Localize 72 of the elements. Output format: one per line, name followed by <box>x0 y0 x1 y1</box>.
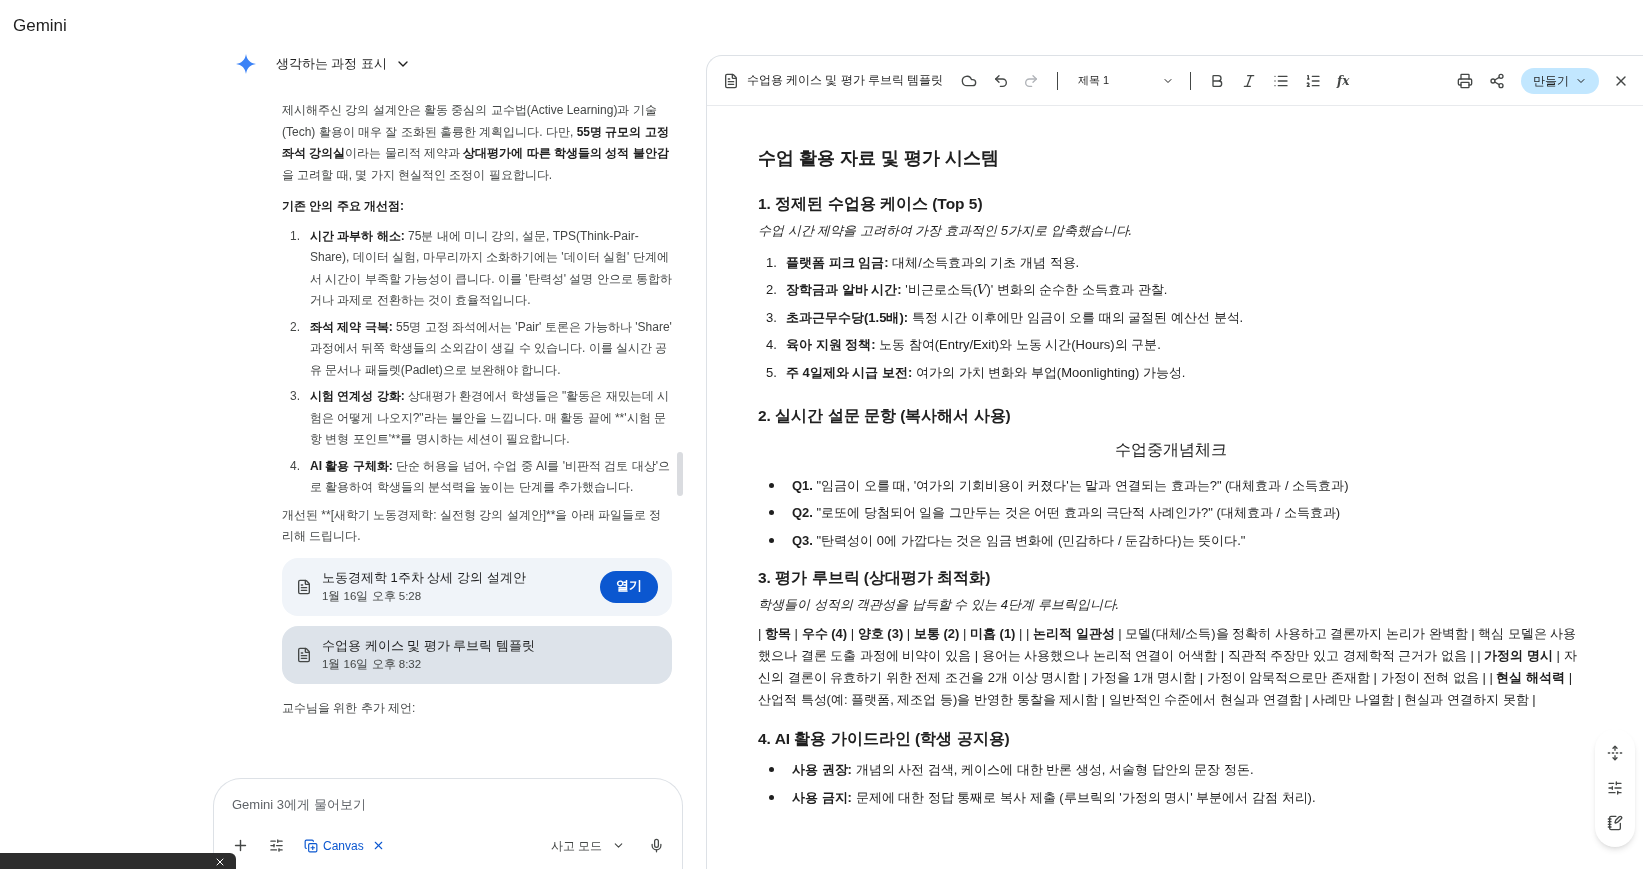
prompt-input[interactable]: Gemini 3에게 물어보기 Canvas 사고 모드 <box>213 778 683 869</box>
response-paragraph: 제시해주신 강의 설계안은 활동 중심의 교수법(Active Learning)과 기술(Tech) 활용이 매우 잘 조화된 훌륭한 계획입니다. 다만, 55명 규모의 고정 좌석 강의실이라는 물리적 제약과 상대평가에 따른 학생들의 성적 불안감 을 고려할 때, 몇 가지 현실적인 조정이 필요합니다. <box>282 102 670 184</box>
response-heading: 교수님을 위한 추가 제언: <box>282 699 417 717</box>
list-item-text: 시험 연계성 강화: 상대평가 환경에서 학생들은 "활동은 재밌는데 시험은 어떻게 나오지?"라는 불안을 느낍니다. 매 활동 끝에 **'시험 문항 변형 포인트'**를 명시하는 세션이 필요합니다. <box>310 388 670 448</box>
list-item-text: Q2. "로또에 당첨되어 일을 그만두는 것은 어떤 효과의 극단적 사례인가?" (대체효과 / 소득효과) <box>792 504 1341 522</box>
rubric-paragraph: | 항목 | 우수 (4) | 양호 (3) | 보통 (2) | 미흡 (1) | | 논리적 일관성 | 모델(대체/소득)을 정확히 사용하고 결론까지 논리가 완벽함 | 핵심 모델은 사용했으나 결론 도출 과정에 비약이 있음 | 용어는 사용했으나 논리적 연결이 어색함 | 직관적 주장만 있고 경제학적 근거가 없음 | | 가정의 명시 | 자신의 결론이 유효하기 위한 전제 조건을 2개 이상 명시함 | 가정을 1개 명시함 | 가정이 암묵적으로만 존재함 | 가정이 전혀 없음 | | 현실 해석력 | 산업적 특성(예: 플랫폼, 제조업 등)을 반영한 통찰을 제시함 | 일반적인 수준에서 현실과 연결함 | 사례만 나열함 | 현실과 연결하지 못함 | <box>758 624 1578 709</box>
list-number: 4. <box>289 457 301 475</box>
document-icon <box>296 578 312 595</box>
formula-button[interactable]: fx <box>1337 71 1350 90</box>
italic-note: 수업 시간 제약을 고려하여 가장 효과적인 5가지로 압축했습니다. <box>758 222 1134 241</box>
list-item-text: 장학금과 알바 시간: '비근로소득(V)' 변화의 순수한 소득효과 관찰. <box>785 281 1168 300</box>
list-item-text: 플랫폼 피크 임금: 대체/소득효과의 기초 개념 적용. <box>785 253 1080 272</box>
document-icon <box>296 646 312 663</box>
response-paragraph: 개선된 **[새학기 노동경제학: 실전형 강의 설계안]**을 아래 파일들로 정리해 드립니다. <box>282 506 663 545</box>
expand-icon[interactable] <box>1607 744 1623 761</box>
input-placeholder: Gemini 3에게 물어보기 <box>232 796 367 814</box>
file-date: 1월 16일 오후 8:32 <box>322 656 423 672</box>
file-date: 1월 16일 오후 5:28 <box>322 588 423 604</box>
list-item-text: Q3. "탄력성이 0에 가깝다는 것은 임금 변화에 (민감하다 / 둔감하다)는 뜻이다." <box>792 531 1246 550</box>
section-heading: 3. 평가 루브릭 (상대평가 최적화) <box>758 568 992 588</box>
sparkle-icon <box>236 54 256 74</box>
document-name: 수업용 케이스 및 평가 루브릭 템플릿 <box>747 72 943 88</box>
print-icon[interactable] <box>1457 72 1473 89</box>
microphone-icon[interactable] <box>649 838 664 853</box>
list-number: 1. <box>289 227 301 245</box>
close-icon[interactable] <box>214 856 226 868</box>
mode-selector[interactable]: 사고 모드 <box>550 836 625 855</box>
list-number: 5. <box>765 363 778 382</box>
list-item-text: 사용 권장: 개념의 사전 검색, 케이스에 대한 반론 생성, 서술형 답안의 문장 정돈. <box>792 761 1254 779</box>
section-heading: 2. 실시간 설문 문항 (복사해서 사용) <box>758 406 1012 427</box>
share-icon[interactable] <box>1489 72 1505 89</box>
file-title: 노동경제학 1주차 상세 강의 설계안 <box>322 568 527 587</box>
list-item-text: 주 4일제와 시급 보전: 여가의 가치 변화와 부업(Moonlighting) 가능성. <box>785 363 1186 382</box>
list-number: 3. <box>289 388 301 405</box>
canvas-chip[interactable]: Canvas <box>304 836 364 855</box>
show-thinking-toggle[interactable]: 생각하는 과정 표시 <box>276 54 411 74</box>
list-number: 4. <box>765 336 778 355</box>
undo-icon[interactable] <box>993 72 1009 89</box>
list-item-text: 육아 지원 정책: 노동 참여(Entry/Exit)와 노동 시간(Hours)의 구분. <box>785 336 1161 355</box>
italic-note: 학생들이 성적의 객관성을 납득할 수 있는 4단계 루브릭입니다. <box>758 596 1121 615</box>
list-number: 1. <box>765 253 778 272</box>
list-item-text: 사용 금지: 문제에 대한 정답 통째로 복사 제출 (루브릭의 '가정의 명시' 부분에서 감점 처리). <box>792 788 1316 807</box>
section-heading: 1. 정제된 수업용 케이스 (Top 5) <box>758 194 984 214</box>
list-number: 2. <box>765 281 778 300</box>
section-heading: 4. AI 활용 가이드라인 (학생 공지용) <box>758 728 1011 749</box>
note-icon[interactable] <box>1607 815 1623 832</box>
list-item-text: 초과근무수당(1.5배): 특정 시간 이후에만 임금이 오를 때의 굴절된 예산선 분석. <box>785 308 1244 327</box>
response-heading: 기존 안의 주요 개선점: <box>282 198 405 215</box>
add-icon[interactable] <box>232 837 249 854</box>
numbered-list-icon[interactable] <box>1305 72 1321 89</box>
file-title: 수업용 케이스 및 평가 루브릭 템플릿 <box>322 636 537 655</box>
app-name: Gemini <box>13 15 67 38</box>
tools-icon[interactable] <box>269 838 284 853</box>
file-card[interactable]: 수업용 케이스 및 평가 루브릭 템플릿 1월 16일 오후 8:32 <box>282 625 672 684</box>
list-item-text: 좌석 제약 극복: 55명 고정 좌석에서는 'Pair' 토론은 가능하나 'Share' 과정에서 뒤쪽 학생들의 소외감이 생길 수 있습니다. 이를 실시간 공유 문서나 패들렛(Padlet)으로 보완해야 합니다. <box>310 318 672 379</box>
create-button[interactable]: 만들기 <box>1521 67 1599 94</box>
document-icon <box>723 72 739 89</box>
list-item-text: AI 활용 구체화: 단순 허용을 넘어, 수업 중 AI를 '비판적 검토 대상'으로 활용하여 학생들의 분석력을 높이는 단계를 추가했습니다. <box>310 457 671 496</box>
list-number: 2. <box>289 318 301 336</box>
italic-icon[interactable] <box>1241 72 1257 89</box>
style-dropdown[interactable]: 제목 1 <box>1078 72 1174 89</box>
scrollbar-thumb[interactable] <box>677 452 683 496</box>
list-item-text: 시간 과부하 해소: 75분 내에 미니 강의, 설문, TPS(Think-Pair-Share), 데이터 실험, 마무리까지 소화하기에는 '데이터 실험' 단계에서 시간이 부족할 가능성이 큽니다. 이를 '탄력성' 설명 안으로 통합하거나 과제로 전환하는 것이 효율적입니다. <box>310 227 672 309</box>
file-card[interactable]: 노동경제학 1주차 상세 강의 설계안 1월 16일 오후 5:28 열기 <box>282 557 672 616</box>
centered-caption: 수업중개념체크 <box>1113 438 1228 461</box>
canvas-icon <box>304 838 318 853</box>
list-number: 3. <box>765 308 778 327</box>
sliders-icon[interactable] <box>1607 780 1623 796</box>
list-item-text: Q1. "임금이 오를 때, '여가의 기회비용이 커졌다'는 말과 연결되는 효과는?" (대체효과 / 소득효과) <box>792 476 1349 495</box>
bold-icon[interactable] <box>1209 72 1225 89</box>
document-title: 수업 활용 자료 및 평가 시스템 <box>758 147 1000 170</box>
open-button[interactable]: 열기 <box>600 570 658 603</box>
